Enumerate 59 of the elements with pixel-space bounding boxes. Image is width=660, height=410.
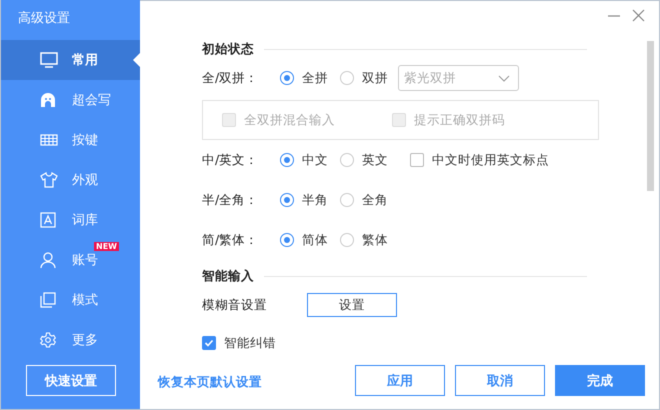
monitor-icon [40, 52, 58, 68]
option-label: 全角 [362, 192, 388, 208]
checkbox[interactable] [410, 153, 424, 167]
scrollbar-thumb[interactable] [647, 41, 654, 191]
dialog-button[interactable]: 完成 [555, 365, 645, 396]
window-title: 高级设置 [17, 10, 71, 28]
shirt-icon [40, 172, 58, 188]
sidebar-item[interactable]: 更多 [1, 320, 140, 360]
quick-settings-button[interactable]: 快速设置 [26, 365, 116, 396]
sidebar-item[interactable]: 词库 [1, 200, 140, 240]
option-label: 中文 [302, 152, 328, 168]
row-label: 模糊音设置 [202, 296, 268, 314]
option-label: 英文 [362, 152, 388, 168]
checkbox[interactable] [202, 336, 216, 350]
settings-button[interactable]: 设置 [307, 293, 397, 317]
checkbox-label: 中文时使用英文标点 [432, 152, 549, 168]
radio-button[interactable] [280, 233, 294, 247]
radio-button[interactable] [340, 193, 354, 207]
restore-defaults-link[interactable]: 恢复本页默认设置 [158, 374, 262, 391]
chevron-down-icon [498, 74, 510, 82]
sidebar-item[interactable]: 常用 [1, 40, 140, 80]
option-label: 半角 [302, 192, 328, 208]
radio-button[interactable] [340, 153, 354, 167]
keyboard-icon [40, 134, 58, 146]
new-badge: NEW [94, 242, 119, 251]
sidebar-item[interactable]: 按键 [1, 120, 140, 160]
dialog-button[interactable]: 应用 [355, 365, 445, 396]
sidebar-item[interactable]: 外观 [1, 160, 140, 200]
close-icon[interactable] [632, 9, 645, 22]
option-label: 简体 [302, 232, 328, 248]
sidebar-item[interactable]: NEW 账号 [1, 240, 140, 280]
checkbox-label: 全双拼混合输入 [244, 112, 335, 128]
row-label: 全/双拼： [202, 70, 260, 86]
row-label: 中/英文： [202, 152, 260, 168]
option-label: 双拼 [362, 70, 388, 86]
radio-button[interactable] [280, 71, 294, 85]
letter-box-icon [40, 212, 56, 228]
section-title: 智能输入 [202, 268, 254, 284]
sidebar-item[interactable]: 模式 [1, 280, 140, 320]
person-icon [40, 252, 56, 268]
radio-button[interactable] [340, 233, 354, 247]
checkbox-label: 智能纠错 [224, 334, 276, 352]
dialog-button[interactable]: 取消 [455, 365, 545, 396]
checkmark-icon [204, 338, 214, 348]
row-label: 半/全角： [202, 192, 260, 208]
selection-pointer-icon [133, 53, 140, 67]
section-title: 初始状态 [202, 40, 254, 58]
option-label: 全拼 [302, 70, 328, 86]
ghost-icon [40, 92, 56, 108]
option-label: 繁体 [362, 232, 388, 248]
minimize-icon[interactable] [608, 14, 620, 16]
radio-button[interactable] [280, 193, 294, 207]
sidebar-item[interactable]: 超会写 [1, 80, 140, 120]
pages-icon [40, 292, 56, 308]
checkbox-label: 提示正确双拼码 [414, 112, 505, 128]
radio-button[interactable] [280, 153, 294, 167]
gear-icon [40, 332, 56, 348]
row-label: 简/繁体： [202, 232, 260, 248]
radio-button[interactable] [340, 71, 354, 85]
